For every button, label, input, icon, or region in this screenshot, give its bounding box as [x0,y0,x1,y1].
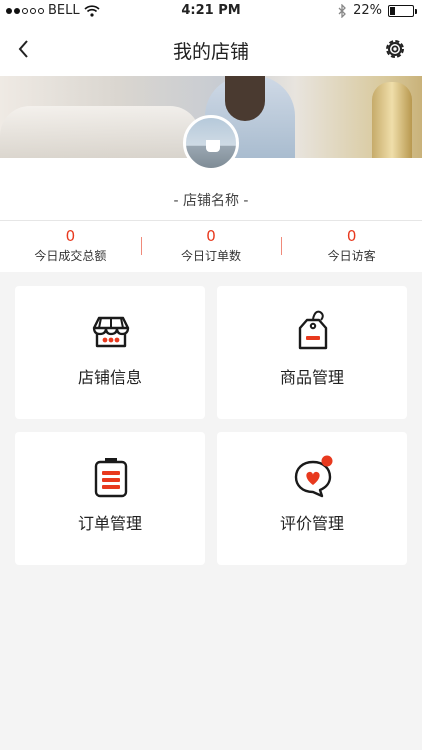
stat-orders: 0 今日订单数 [140,221,282,272]
menu-label: 商品管理 [279,368,344,387]
stat-value: 0 [346,227,357,245]
store-info-card[interactable]: 店铺信息 [15,286,205,419]
gear-icon[interactable] [382,36,408,62]
navigation-bar: 我的店铺 [0,22,422,76]
menu-label: 店铺信息 [77,368,142,387]
product-management-card[interactable]: 商品管理 [217,286,407,419]
shop-name: - 店铺名称 - [173,193,249,209]
battery-percent: 22% [353,3,382,18]
review-management-card[interactable]: 评价管理 [217,432,407,565]
stat-revenue: 0 今日成交总额 [0,221,141,272]
stat-value: 0 [65,227,76,245]
status-bar: BELL 4:21 PM 22% [0,0,422,22]
stat-label: 今日访客 [327,249,376,263]
avatar[interactable] [183,115,239,171]
stat-visitors: 0 今日访客 [281,221,422,272]
tag-icon [298,310,328,350]
menu-label: 评价管理 [279,514,344,533]
store-icon [92,316,130,348]
heart-chat-icon [294,455,333,498]
stat-label: 今日订单数 [181,249,242,263]
order-management-card[interactable]: 订单管理 [15,432,205,565]
page-title: 我的店铺 [172,41,249,63]
menu-label: 订单管理 [77,514,142,533]
stat-label: 今日成交总额 [34,249,107,263]
battery-icon [388,4,417,17]
today-stats: 0 今日成交总额 0 今日订单数 0 今日访客 [0,220,422,272]
status-right: 22% [337,3,417,18]
bluetooth-icon [338,3,347,18]
stat-value: 0 [206,227,216,245]
clipboard-icon [94,458,128,498]
